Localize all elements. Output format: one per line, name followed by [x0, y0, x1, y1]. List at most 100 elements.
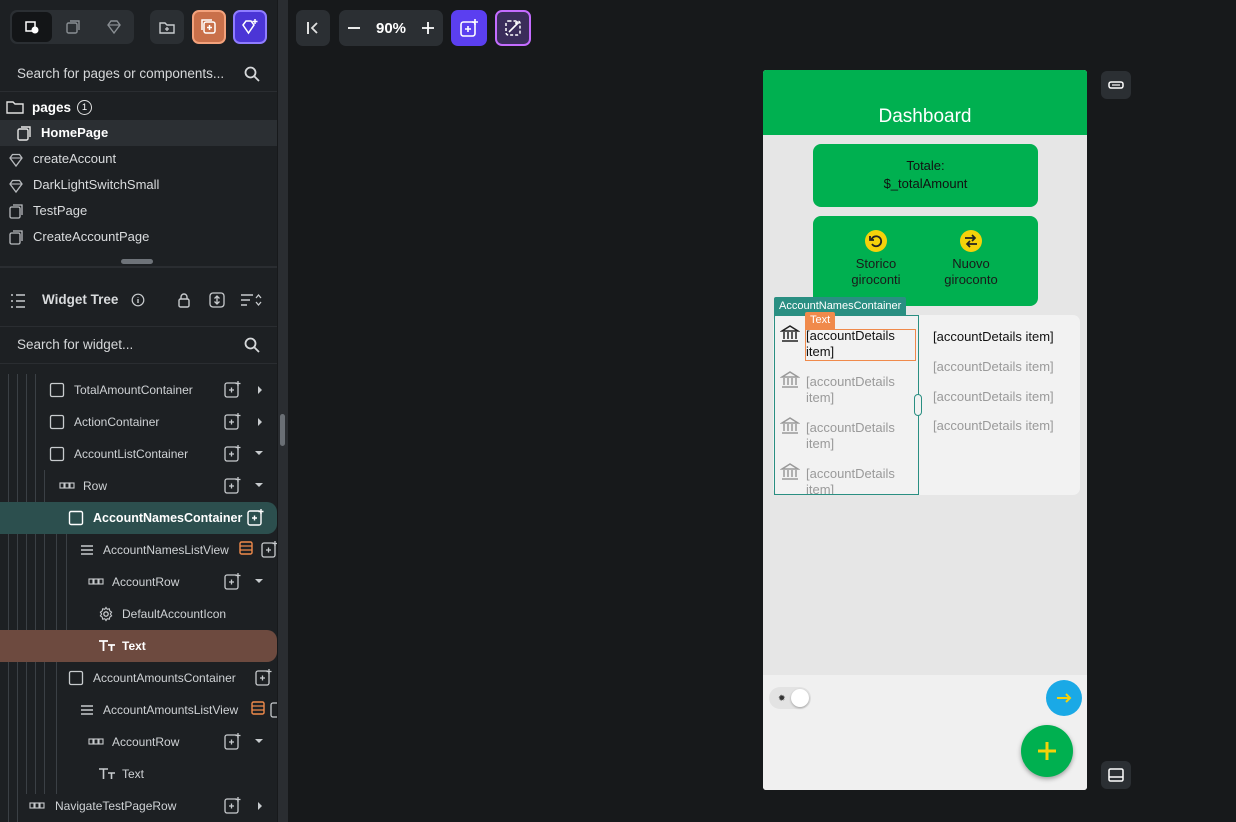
- tree-item-totalamountcontainer[interactable]: TotalAmountContainer: [0, 374, 277, 406]
- navigate-button[interactable]: [1046, 680, 1082, 716]
- row-icon: [88, 578, 104, 585]
- lock-icon[interactable]: [176, 292, 192, 308]
- tree-item-defaultaccounticon[interactable]: DefaultAccountIcon: [0, 598, 277, 630]
- add-widget-icon[interactable]: [224, 380, 242, 398]
- account-list-container[interactable]: [accountDetails item] [accountDetails it…: [773, 315, 1080, 495]
- search-icon[interactable]: [243, 336, 261, 354]
- tree-item-label: Text: [122, 639, 146, 653]
- plus-icon: [1038, 742, 1056, 760]
- account-amount-text[interactable]: [accountDetails item]: [933, 418, 1054, 433]
- add-widget-icon[interactable]: [255, 668, 273, 686]
- device-settings-button[interactable]: [1101, 71, 1131, 99]
- tree-item-accountamountslistview[interactable]: AccountAmountsListView: [0, 694, 277, 726]
- tree-item-accountnameslistview[interactable]: AccountNamesListView: [0, 534, 277, 566]
- ai-add-component-button[interactable]: [233, 10, 267, 44]
- tree-item-accountlistcontainer[interactable]: AccountListContainer: [0, 438, 277, 470]
- add-widget-icon[interactable]: [247, 508, 265, 526]
- tree-item-actioncontainer[interactable]: ActionContainer: [0, 406, 277, 438]
- account-name-text[interactable]: [accountDetails item]: [806, 420, 916, 452]
- tree-item-row[interactable]: Row: [0, 470, 277, 502]
- page-item-darklightswitchsmall[interactable]: DarkLightSwitchSmall: [0, 172, 277, 198]
- tree-item-accountamountscontainer[interactable]: AccountAmountsContainer: [0, 662, 277, 694]
- add-widget-icon[interactable]: [224, 732, 242, 750]
- page-item-homepage[interactable]: HomePage: [0, 120, 277, 146]
- tree-item-accountrow[interactable]: AccountRow: [0, 566, 277, 598]
- page-search-input[interactable]: Search for pages or components...: [17, 66, 224, 81]
- chevron-down-icon[interactable]: [255, 578, 263, 584]
- account-amount-text[interactable]: [accountDetails item]: [933, 389, 1054, 404]
- bank-icon: [780, 325, 800, 342]
- add-widget-icon[interactable]: [224, 572, 242, 590]
- total-amount-container[interactable]: Totale: $_totalAmount: [813, 144, 1038, 207]
- chevron-right-icon[interactable]: [257, 802, 263, 810]
- tree-item-navigatetestpagerow[interactable]: NavigateTestPageRow: [0, 790, 277, 822]
- zoom-out-icon[interactable]: [347, 21, 361, 35]
- account-name-text[interactable]: [accountDetails item]: [806, 374, 916, 406]
- left-panel-scrollbar[interactable]: [278, 0, 288, 822]
- tree-item-accountrow[interactable]: AccountRow: [0, 726, 277, 758]
- new-folder-button[interactable]: [150, 10, 184, 44]
- swap-icon: [960, 230, 982, 252]
- chevron-right-icon[interactable]: [257, 418, 263, 426]
- zoom-level[interactable]: 90%: [376, 20, 406, 37]
- add-widget-icon[interactable]: [224, 412, 242, 430]
- add-widget-icon[interactable]: [224, 476, 242, 494]
- info-icon[interactable]: [131, 293, 145, 307]
- chevron-down-icon[interactable]: [255, 482, 263, 488]
- tree-item-accountnamescontainer[interactable]: AccountNamesContainer: [0, 502, 277, 534]
- dark-light-switch[interactable]: ✹: [769, 687, 811, 709]
- add-widget-icon[interactable]: [261, 540, 277, 558]
- page-item-createaccountpage[interactable]: CreateAccountPage: [0, 224, 277, 250]
- account-row[interactable]: [accountDetails item]: [775, 362, 918, 408]
- tree-item-label: TotalAmountContainer: [74, 383, 193, 397]
- ai-generate-button[interactable]: [495, 10, 531, 46]
- bottom-sheet-toggle-button[interactable]: [1101, 761, 1131, 789]
- tree-item-text-selected[interactable]: Text: [0, 630, 277, 662]
- account-name-text[interactable]: [accountDetails item]: [806, 466, 916, 494]
- history-action[interactable]: Storico giroconti: [831, 230, 921, 288]
- add-account-fab[interactable]: [1021, 725, 1073, 777]
- switch-knob[interactable]: [791, 689, 809, 707]
- expand-collapse-icon[interactable]: [208, 291, 226, 309]
- sort-icon[interactable]: [240, 292, 262, 308]
- account-row[interactable]: [accountDetails item]: [775, 316, 918, 362]
- chevron-right-icon[interactable]: [257, 386, 263, 394]
- pages-folder-header[interactable]: pages 1: [6, 97, 93, 117]
- duplicate-page-button[interactable]: [192, 10, 226, 44]
- pages-tab[interactable]: [53, 12, 93, 42]
- add-widget-button[interactable]: [451, 10, 487, 46]
- panel-resize-handle[interactable]: [121, 259, 153, 264]
- tree-item-text[interactable]: Text: [0, 758, 277, 790]
- widget-search-input[interactable]: Search for widget...: [17, 337, 133, 352]
- add-widget-icon[interactable]: [270, 700, 277, 718]
- container-icon: [68, 670, 84, 686]
- scrollbar-thumb[interactable]: [280, 414, 285, 446]
- add-widget-icon[interactable]: [224, 444, 242, 462]
- add-widget-icon[interactable]: [224, 796, 242, 814]
- account-names-container[interactable]: [accountDetails item] [accountDetails it…: [774, 315, 919, 495]
- zoom-in-icon[interactable]: [421, 21, 435, 35]
- page-search-bar[interactable]: Search for pages or components...: [0, 56, 277, 92]
- navigator-tab[interactable]: [12, 12, 52, 42]
- collapse-panel-button[interactable]: [296, 10, 330, 46]
- tree-item-label: AccountListContainer: [74, 447, 189, 461]
- account-amount-text[interactable]: [accountDetails item]: [933, 329, 1054, 344]
- search-icon[interactable]: [243, 65, 261, 83]
- page-item-createaccount[interactable]: createAccount: [0, 146, 277, 172]
- chevron-down-icon[interactable]: [255, 450, 263, 456]
- list-generator-icon[interactable]: [238, 540, 254, 556]
- account-row[interactable]: [accountDetails item]: [775, 454, 918, 494]
- container-resize-handle[interactable]: [914, 394, 922, 416]
- components-tab[interactable]: [94, 12, 134, 42]
- page-item-testpage[interactable]: TestPage: [0, 198, 277, 224]
- account-amount-text[interactable]: [accountDetails item]: [933, 359, 1054, 374]
- widget-search-bar[interactable]: Search for widget...: [0, 326, 277, 364]
- zoom-control: 90%: [339, 10, 443, 46]
- tree-item-label: AccountNamesContainer: [93, 511, 243, 525]
- list-generator-icon[interactable]: [250, 700, 266, 716]
- page-item-label: DarkLightSwitchSmall: [33, 177, 160, 192]
- new-transfer-action[interactable]: Nuovo giroconto: [926, 230, 1016, 288]
- chevron-down-icon[interactable]: [255, 738, 263, 744]
- account-row[interactable]: [accountDetails item]: [775, 408, 918, 454]
- action-container[interactable]: Storico giroconti Nuovo giroconto: [813, 216, 1038, 306]
